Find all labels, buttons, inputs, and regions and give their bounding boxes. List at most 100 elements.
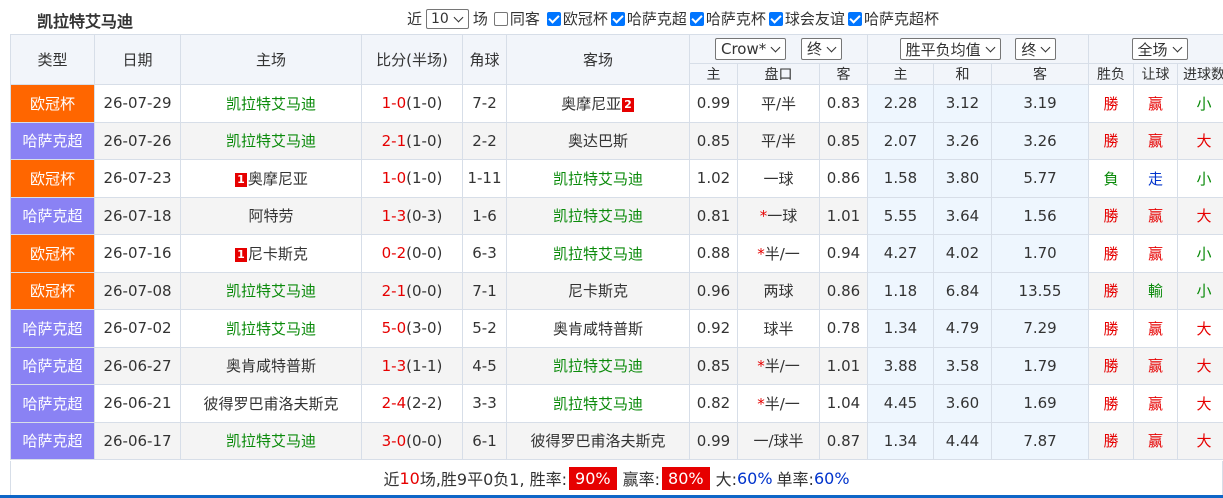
corner-cell: 1-11 [462, 159, 507, 198]
handicap-header: Crow* 终 [689, 34, 868, 64]
match-count-select[interactable]: 10 [426, 8, 469, 29]
away-team-cell[interactable]: 奥肯咸特普斯 [506, 309, 690, 348]
home-team-cell[interactable]: 凯拉特艾马迪 [180, 271, 362, 310]
score-cell[interactable]: 1-3(0-3) [361, 196, 463, 235]
corner-cell: 5-2 [462, 309, 507, 348]
score-cell[interactable]: 2-1(0-0) [361, 271, 463, 310]
league-cell[interactable]: 欧冠杯 [10, 84, 95, 123]
chevron-down-icon [826, 42, 837, 53]
handicap-line: 两球 [763, 282, 794, 301]
away-odds-cell: 1.01 [819, 196, 868, 235]
score-cell[interactable]: 3-0(0-0) [361, 421, 463, 460]
league-cell[interactable]: 欧冠杯 [10, 271, 95, 310]
score-cell[interactable]: 1-0(1-0) [361, 84, 463, 123]
date-cell: 26-07-23 [94, 159, 181, 198]
average-mode-select[interactable]: 终 [1015, 38, 1057, 60]
home-odds-cell: 0.82 [689, 384, 738, 423]
away-team-name: 彼得罗巴甫洛夫斯克 [530, 432, 666, 451]
home-team-cell[interactable]: 1 尼卡斯克 [180, 234, 362, 273]
away-team-cell[interactable]: 奥达巴斯 [506, 121, 690, 160]
league-cell[interactable]: 哈萨克超 [10, 346, 95, 385]
home-team-cell[interactable]: 凯拉特艾马迪 [180, 309, 362, 348]
table-row[interactable]: 欧冠杯 26-07-16 1 尼卡斯克 0-2(0-0) 6-3 凯拉特艾马迪 0.88 *半/… [10, 234, 1223, 273]
away-team-cell[interactable]: 凯拉特艾马迪 [506, 159, 690, 198]
home-team-cell[interactable]: 凯拉特艾马迪 [180, 84, 362, 123]
cover-cell: 赢 [1133, 384, 1179, 423]
league-cell[interactable]: 哈萨克超 [10, 309, 95, 348]
away-team-cell[interactable]: 凯拉特艾马迪 [506, 196, 690, 235]
league-checkbox[interactable] [847, 11, 862, 26]
table-row[interactable]: 哈萨克超 26-07-18 阿特劳 1-3(0-3) 1-6 凯拉特艾马迪 0.81 *一球 1… [10, 196, 1223, 235]
corner-cell: 1-6 [462, 196, 507, 235]
home-team-cell[interactable]: 奥肯咸特普斯 [180, 346, 362, 385]
recent-label: 近 [407, 10, 423, 28]
table-row[interactable]: 哈萨克超 26-06-17 凯拉特艾马迪 3-0(0-0) 6-1 彼得罗巴甫洛夫斯克 0.… [10, 421, 1223, 460]
score-cell[interactable]: 2-4(2-2) [361, 384, 463, 423]
date-cell: 26-06-21 [94, 384, 181, 423]
big-rate-label: 大: [715, 470, 737, 489]
odd-rate-value: 60% [813, 468, 850, 488]
away-team-cell[interactable]: 凯拉特艾马迪 [506, 346, 690, 385]
avg-draw-cell: 4.02 [933, 234, 992, 273]
league-cell[interactable]: 哈萨克超 [10, 121, 95, 160]
date-cell: 26-07-02 [94, 309, 181, 348]
league-filter-checkboxes: 欧冠杯 哈萨克超 哈萨克杯 球会友谊 哈萨克超杯 [544, 8, 939, 29]
avg-lose-cell: 1.56 [990, 196, 1090, 235]
home-odds-cell: 1.02 [689, 159, 738, 198]
league-cell[interactable]: 欧冠杯 [10, 234, 95, 273]
handicap-line: 半/一 [764, 394, 800, 413]
match-count-value: 10 [431, 10, 449, 27]
league-cell[interactable]: 哈萨克超 [10, 384, 95, 423]
league-checkbox[interactable] [610, 11, 625, 26]
league-checkbox[interactable] [768, 11, 783, 26]
result-cell: 勝 [1088, 384, 1135, 423]
score-cell[interactable]: 2-1(1-0) [361, 121, 463, 160]
avg-draw-cell: 3.12 [933, 84, 992, 123]
league-checkbox[interactable] [546, 11, 561, 26]
home-team-cell[interactable]: 阿特劳 [180, 196, 362, 235]
col-date: 日期 [94, 34, 181, 85]
away-team-cell[interactable]: 奥摩尼亚 2 [506, 84, 690, 123]
same-home-checkbox[interactable] [493, 11, 508, 26]
handicap-mode-select[interactable]: 终 [801, 37, 843, 60]
summary-record: 场,胜9平0负1, 胜率: [419, 470, 568, 489]
company-select[interactable]: Crow* [714, 38, 787, 61]
table-row[interactable]: 欧冠杯 26-07-23 1 奥摩尼亚 1-0(1-0) 1-11 凯拉特艾马迪 1.02 一球… [10, 159, 1223, 198]
league-checkbox[interactable] [689, 11, 704, 26]
away-team-cell[interactable]: 凯拉特艾马迪 [506, 384, 690, 423]
home-team-cell[interactable]: 凯拉特艾马迪 [180, 421, 362, 460]
history-table: 类型 日期 主场 比分(半场) 角球 客场 Crow* 终 胜平负均值 终 全场… [10, 34, 1223, 460]
home-team-cell[interactable]: 1 奥摩尼亚 [180, 159, 362, 198]
score-cell[interactable]: 0-2(0-0) [361, 234, 463, 273]
league-cell[interactable]: 哈萨克超 [10, 196, 95, 235]
away-team-cell[interactable]: 尼卡斯克 [506, 271, 690, 310]
average-select[interactable]: 胜平负均值 [899, 38, 1001, 60]
avg-win-cell: 1.34 [867, 421, 934, 460]
away-team-name: 凯拉特艾马迪 [552, 357, 643, 376]
score-cell[interactable]: 1-3(1-1) [361, 346, 463, 385]
half-time-score: (3-0) [406, 319, 443, 338]
corner-cell: 2-2 [462, 121, 507, 160]
col-goals: 进球数 [1177, 63, 1223, 85]
table-row[interactable]: 哈萨克超 26-06-21 彼得罗巴甫洛夫斯克 2-4(2-2) 3-3 凯拉特艾马迪 0.… [10, 384, 1223, 423]
away-team-cell[interactable]: 凯拉特艾马迪 [506, 234, 690, 273]
home-team-cell[interactable]: 凯拉特艾马迪 [180, 121, 362, 160]
table-row[interactable]: 哈萨克超 26-07-02 凯拉特艾马迪 5-0(3-0) 5-2 奥肯咸特普斯 0.92 球… [10, 309, 1223, 348]
big-rate-value: 60% [736, 468, 773, 488]
table-row[interactable]: 哈萨克超 26-07-26 凯拉特艾马迪 2-1(1-0) 2-2 奥达巴斯 0.85 平/半… [10, 121, 1223, 160]
away-team-name: 凯拉特艾马迪 [552, 394, 643, 413]
goals-cell: 小 [1177, 271, 1223, 310]
home-team-name: 阿特劳 [248, 207, 294, 226]
score-cell[interactable]: 1-0(1-0) [361, 159, 463, 198]
full-time-score: 2-1 [381, 281, 407, 300]
table-row[interactable]: 欧冠杯 26-07-08 凯拉特艾马迪 2-1(0-0) 7-1 尼卡斯克 0.96 两球 0.… [10, 271, 1223, 310]
scope-select[interactable]: 全场 [1131, 38, 1188, 60]
cover-rate-badge: 80% [662, 466, 710, 490]
home-team-cell[interactable]: 彼得罗巴甫洛夫斯克 [180, 384, 362, 423]
score-cell[interactable]: 5-0(3-0) [361, 309, 463, 348]
away-team-cell[interactable]: 彼得罗巴甫洛夫斯克 [506, 421, 690, 460]
table-row[interactable]: 哈萨克超 26-06-27 奥肯咸特普斯 1-3(1-1) 4-5 凯拉特艾马迪 0.85 *… [10, 346, 1223, 385]
league-cell[interactable]: 哈萨克超 [10, 421, 95, 460]
table-row[interactable]: 欧冠杯 26-07-29 凯拉特艾马迪 1-0(1-0) 7-2 奥摩尼亚 2 0.99 平/半… [10, 84, 1223, 123]
league-cell[interactable]: 欧冠杯 [10, 159, 95, 198]
